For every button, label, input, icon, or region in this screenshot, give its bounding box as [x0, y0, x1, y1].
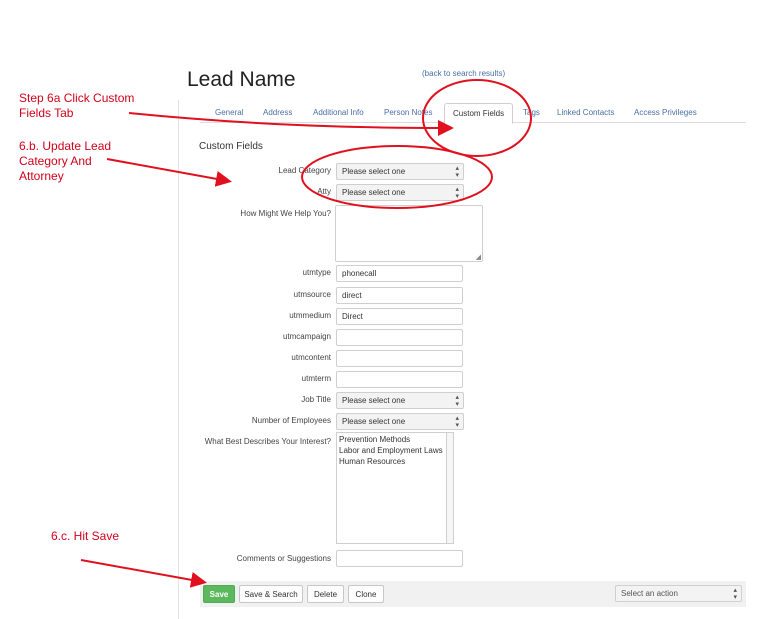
tab-custom-fields[interactable]: Custom Fields	[444, 103, 514, 124]
interest-scrollbar[interactable]	[447, 432, 454, 544]
save-and-search-button[interactable]: Save & Search	[239, 585, 303, 603]
utmsource-input[interactable]: direct	[336, 287, 463, 304]
num-employees-value: Please select one	[342, 417, 406, 426]
utmterm-label: utmterm	[301, 374, 331, 383]
save-button[interactable]: Save	[203, 585, 235, 603]
tab-person-notes[interactable]: Person Notes	[384, 108, 432, 117]
help-label: How Might We Help You?	[240, 209, 331, 218]
page-title: Lead Name	[187, 68, 296, 91]
select-action-value: Select an action	[621, 589, 678, 598]
interest-option[interactable]: Prevention Methods	[339, 434, 444, 445]
num-employees-label: Number of Employees	[251, 416, 331, 425]
tab-general[interactable]: General	[215, 108, 243, 117]
interest-label: What Best Describes Your Interest?	[204, 437, 331, 446]
lead-category-value: Please select one	[342, 167, 406, 176]
form-panel	[178, 100, 753, 619]
up-down-chevron-icon: ▴ ▾	[455, 394, 459, 408]
up-down-chevron-icon: ▴ ▾	[455, 186, 459, 200]
job-title-select[interactable]: Please select one ▴ ▾	[336, 392, 464, 409]
atty-select[interactable]: Please select one ▴ ▾	[336, 184, 464, 201]
job-title-value: Please select one	[342, 396, 406, 405]
utmterm-input[interactable]	[336, 371, 463, 388]
num-employees-select[interactable]: Please select one ▴ ▾	[336, 413, 464, 430]
back-to-results-link[interactable]: (back to search results)	[422, 69, 505, 78]
atty-value: Please select one	[342, 188, 406, 197]
tab-additional-info[interactable]: Additional Info	[313, 108, 364, 117]
atty-label: Atty	[317, 187, 331, 196]
comments-input[interactable]	[336, 550, 463, 567]
utmtype-label: utmtype	[302, 268, 331, 277]
tab-tags[interactable]: Tags	[523, 108, 540, 117]
tab-linked-contacts[interactable]: Linked Contacts	[557, 108, 614, 117]
clone-button[interactable]: Clone	[348, 585, 384, 603]
up-down-chevron-icon: ▴ ▾	[733, 587, 737, 601]
tab-bar: General Address Additional Info Person N…	[200, 101, 746, 124]
utmmedium-label: utmmedium	[289, 311, 331, 320]
delete-button[interactable]: Delete	[307, 585, 344, 603]
utmtype-input[interactable]: phonecall	[336, 265, 463, 282]
utmsource-label: utmsource	[293, 290, 331, 299]
resize-grip-icon[interactable]: ◢	[476, 253, 481, 261]
annotation-step-6a: Step 6a Click Custom Fields Tab	[19, 91, 135, 120]
annotation-step-6c: 6.c. Hit Save	[51, 529, 120, 543]
lead-category-label: Lead Category	[278, 166, 331, 175]
comments-label: Comments or Suggestions	[236, 554, 331, 563]
tab-address[interactable]: Address	[263, 108, 292, 117]
interest-option[interactable]: Labor and Employment Laws	[339, 445, 444, 456]
utmcontent-label: utmcontent	[291, 353, 331, 362]
annotation-step-6b: 6.b. Update Lead Category And Attorney	[19, 139, 112, 183]
utmcontent-input[interactable]	[336, 350, 463, 367]
utmcampaign-input[interactable]	[336, 329, 463, 346]
section-title: Custom Fields	[199, 141, 263, 152]
select-action-dropdown[interactable]: Select an action ▴ ▾	[615, 585, 742, 602]
utmmedium-input[interactable]: Direct	[336, 308, 463, 325]
up-down-chevron-icon: ▴ ▾	[455, 415, 459, 429]
lead-category-select[interactable]: Please select one ▴ ▾	[336, 163, 464, 180]
utmcampaign-label: utmcampaign	[282, 332, 331, 341]
job-title-label: Job Title	[301, 395, 331, 404]
action-bar: Save Save & Search Delete Clone Select a…	[200, 581, 746, 607]
help-textarea[interactable]: ◢	[335, 205, 483, 262]
interest-multiselect[interactable]: Prevention Methods Labor and Employment …	[336, 432, 447, 544]
interest-option[interactable]: Human Resources	[339, 456, 444, 467]
tab-access-privileges[interactable]: Access Privileges	[634, 108, 697, 117]
up-down-chevron-icon: ▴ ▾	[455, 165, 459, 179]
